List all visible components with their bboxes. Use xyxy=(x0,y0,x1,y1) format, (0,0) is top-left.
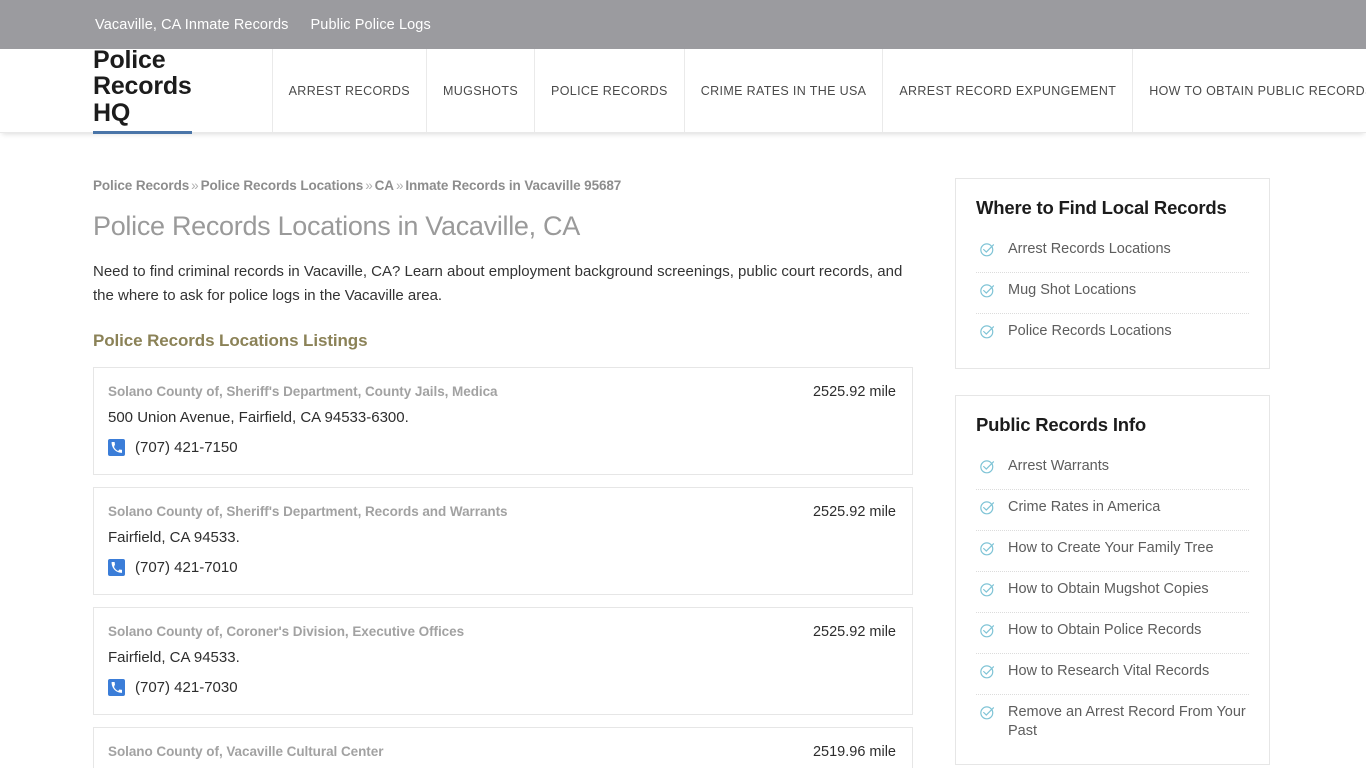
listing-header: Solano County of, Sheriff's Department, … xyxy=(108,384,896,401)
listing-card: Solano County of, Vacaville Cultural Cen… xyxy=(93,727,913,768)
top-utility-bar: Vacaville, CA Inmate Records Public Poli… xyxy=(0,0,1366,49)
nav-item-mugshots[interactable]: MUGSHOTS xyxy=(425,49,534,132)
list-item[interactable]: How to Research Vital Records xyxy=(976,654,1249,695)
top-utility-bar-inner: Vacaville, CA Inmate Records Public Poli… xyxy=(93,17,1273,33)
listing-phone-link[interactable]: (707) 421-7150 xyxy=(135,439,238,456)
phone-icon xyxy=(108,559,125,577)
list-item[interactable]: Arrest Records Locations xyxy=(976,232,1249,273)
nav-item-crime-rates-in-the-usa[interactable]: CRIME RATES IN THE USA xyxy=(683,49,883,132)
sidebar: Where to Find Local Records Arrest Recor… xyxy=(955,178,1270,768)
listing-phone-link[interactable]: (707) 421-7010 xyxy=(135,559,238,576)
listing-title-link[interactable]: Solano County of, Coroner's Division, Ex… xyxy=(108,624,464,640)
listing-header: Solano County of, Coroner's Division, Ex… xyxy=(108,624,896,641)
page-intro-text: Need to find criminal records in Vacavil… xyxy=(93,263,903,304)
breadcrumb: Police Records» Police Records Locations»… xyxy=(93,178,913,193)
phone-icon xyxy=(108,679,125,697)
phone-icon xyxy=(108,439,125,457)
sidebar-link[interactable]: Police Records Locations xyxy=(1008,322,1172,341)
sidebar-link[interactable]: How to Obtain Police Records xyxy=(1008,621,1201,640)
sidebar-widget-public-records-info: Public Records Info Arrest Warrants Crim… xyxy=(955,395,1270,766)
listing-title-link[interactable]: Solano County of, Vacaville Cultural Cen… xyxy=(108,744,383,760)
check-circle-icon xyxy=(979,540,996,562)
breadcrumb-separator: » xyxy=(191,178,199,193)
listing-header: Solano County of, Vacaville Cultural Cen… xyxy=(108,744,896,761)
list-item[interactable]: Mug Shot Locations xyxy=(976,273,1249,314)
list-item[interactable]: Police Records Locations xyxy=(976,314,1249,354)
list-item[interactable]: How to Obtain Mugshot Copies xyxy=(976,572,1249,613)
listing-distance: 2525.92 mile xyxy=(812,383,896,400)
page-title: Police Records Locations in Vacaville, C… xyxy=(93,211,580,241)
nav-item-arrest-records[interactable]: ARREST RECORDS xyxy=(271,49,426,132)
sidebar-link[interactable]: How to Research Vital Records xyxy=(1008,662,1209,681)
check-circle-icon xyxy=(979,323,996,345)
primary-navigation: ARREST RECORDS MUGSHOTS POLICE RECORDS C… xyxy=(271,49,1366,132)
listing-distance: 2525.92 mile xyxy=(812,504,896,521)
sidebar-link[interactable]: Arrest Warrants xyxy=(1008,457,1109,476)
listing-title-link[interactable]: Solano County of, Sheriff's Department, … xyxy=(108,384,498,400)
listing-address: 500 Union Avenue, Fairfield, CA 94533-63… xyxy=(108,408,409,426)
logo-wrapper: Police Records HQ xyxy=(93,47,272,134)
page-container: Police Records» Police Records Locations»… xyxy=(93,133,1273,768)
check-circle-icon xyxy=(979,282,996,304)
list-item[interactable]: How to Obtain Police Records xyxy=(976,613,1249,654)
listing-phone-row: (707) 421-7030 xyxy=(108,679,896,697)
nav-item-arrest-record-expungement[interactable]: ARREST RECORD EXPUNGEMENT xyxy=(882,49,1132,132)
listing-address: Fairfield, CA 94533. xyxy=(108,528,240,546)
sidebar-link[interactable]: Remove an Arrest Record From Your Past xyxy=(1008,703,1249,741)
site-logo[interactable]: Police Records HQ xyxy=(93,47,192,134)
check-circle-icon xyxy=(979,581,996,603)
list-item[interactable]: Remove an Arrest Record From Your Past xyxy=(976,695,1249,750)
check-circle-icon xyxy=(979,241,996,263)
list-item[interactable]: Arrest Warrants xyxy=(976,449,1249,490)
sidebar-link[interactable]: Crime Rates in America xyxy=(1008,498,1160,517)
breadcrumb-item-police-records[interactable]: Police Records xyxy=(93,178,189,193)
breadcrumb-item-police-records-locations[interactable]: Police Records Locations xyxy=(201,178,364,193)
listing-distance: 2525.92 mile xyxy=(812,624,896,641)
list-item[interactable]: Crime Rates in America xyxy=(976,490,1249,531)
site-header: Police Records HQ ARREST RECORDS MUGSHOT… xyxy=(0,47,1366,134)
listing-address: Fairfield, CA 94533. xyxy=(108,648,240,666)
widget-title: Public Records Info xyxy=(976,414,1146,435)
listing-card: Solano County of, Sheriff's Department, … xyxy=(93,366,913,476)
breadcrumb-separator: » xyxy=(395,178,404,193)
widget-title: Where to Find Local Records xyxy=(976,197,1227,218)
sidebar-link[interactable]: How to Obtain Mugshot Copies xyxy=(1008,580,1209,599)
site-header-inner: Police Records HQ ARREST RECORDS MUGSHOT… xyxy=(93,47,1366,134)
breadcrumb-item-current[interactable]: Inmate Records in Vacaville 95687 xyxy=(405,178,621,193)
listing-card: Solano County of, Sheriff's Department, … xyxy=(93,487,913,596)
topbar-link-public-police-logs[interactable]: Public Police Logs xyxy=(311,17,431,33)
listings-section-title: Police Records Locations Listings xyxy=(93,330,368,350)
sidebar-link[interactable]: Arrest Records Locations xyxy=(1008,240,1171,259)
listing-card: Solano County of, Coroner's Division, Ex… xyxy=(93,607,913,716)
check-circle-icon xyxy=(979,458,996,480)
listing-phone-row: (707) 421-7150 xyxy=(108,439,896,457)
check-circle-icon xyxy=(979,499,996,521)
listing-header: Solano County of, Sheriff's Department, … xyxy=(108,504,896,521)
check-circle-icon xyxy=(979,704,996,726)
widget-list: Arrest Records Locations Mug Shot Locati… xyxy=(976,232,1249,354)
widget-list: Arrest Warrants Crime Rates in America H… xyxy=(976,449,1249,750)
sidebar-link[interactable]: Mug Shot Locations xyxy=(1008,281,1136,300)
main-content: Police Records» Police Records Locations»… xyxy=(93,178,913,768)
check-circle-icon xyxy=(979,663,996,685)
check-circle-icon xyxy=(979,622,996,644)
listing-phone-link[interactable]: (707) 421-7030 xyxy=(135,679,238,696)
breadcrumb-item-ca[interactable]: CA xyxy=(375,178,394,193)
listing-distance: 2519.96 mile xyxy=(812,744,896,761)
sidebar-link[interactable]: How to Create Your Family Tree xyxy=(1008,539,1214,558)
sidebar-widget-local-records: Where to Find Local Records Arrest Recor… xyxy=(955,178,1270,369)
list-item[interactable]: How to Create Your Family Tree xyxy=(976,531,1249,572)
listing-phone-row: (707) 421-7010 xyxy=(108,559,896,577)
listing-title-link[interactable]: Solano County of, Sheriff's Department, … xyxy=(108,504,508,520)
nav-item-police-records[interactable]: POLICE RECORDS xyxy=(534,49,684,132)
listings-container: Solano County of, Sheriff's Department, … xyxy=(93,366,913,768)
breadcrumb-separator: » xyxy=(365,178,373,193)
topbar-link-inmate-records[interactable]: Vacaville, CA Inmate Records xyxy=(95,17,289,33)
nav-item-how-to-obtain-public-records[interactable]: HOW TO OBTAIN PUBLIC RECORDS xyxy=(1132,49,1366,132)
